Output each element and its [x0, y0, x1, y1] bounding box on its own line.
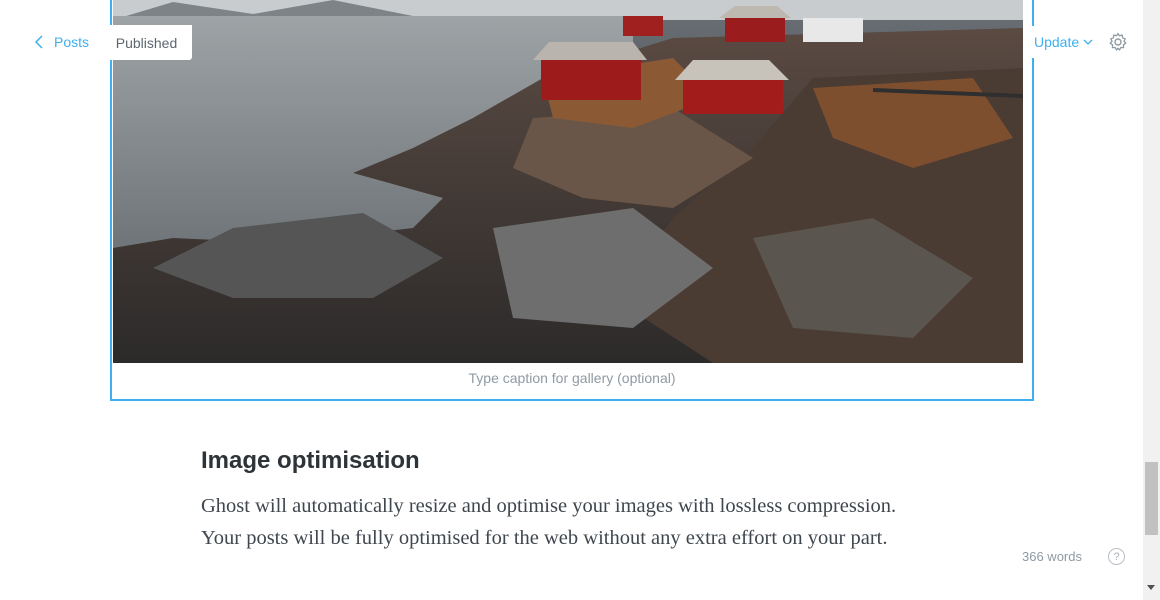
scrollbar[interactable]	[1143, 0, 1160, 600]
status-badge: Published	[101, 25, 192, 60]
gallery-image[interactable]	[113, 0, 1023, 363]
word-count: 366 words	[1022, 549, 1082, 564]
scroll-down-arrow-icon[interactable]	[1147, 585, 1155, 590]
back-label: Posts	[54, 34, 90, 50]
chevron-down-icon	[1083, 39, 1093, 45]
gallery-card[interactable]: Type caption for gallery (optional)	[110, 0, 1034, 401]
update-button[interactable]: Update	[1026, 26, 1102, 58]
gallery-caption-input[interactable]: Type caption for gallery (optional)	[112, 370, 1032, 386]
back-to-posts-link[interactable]: Posts	[34, 34, 89, 50]
scrollbar-thumb[interactable]	[1145, 462, 1158, 535]
landscape-photo	[113, 0, 1023, 363]
update-label: Update	[1034, 34, 1080, 50]
section-paragraph[interactable]: Ghost will automatically resize and opti…	[201, 490, 921, 554]
section-heading[interactable]: Image optimisation	[201, 447, 420, 475]
settings-gear-icon[interactable]	[1108, 32, 1128, 52]
chevron-left-icon	[34, 35, 43, 49]
help-icon[interactable]: ?	[1108, 548, 1125, 565]
